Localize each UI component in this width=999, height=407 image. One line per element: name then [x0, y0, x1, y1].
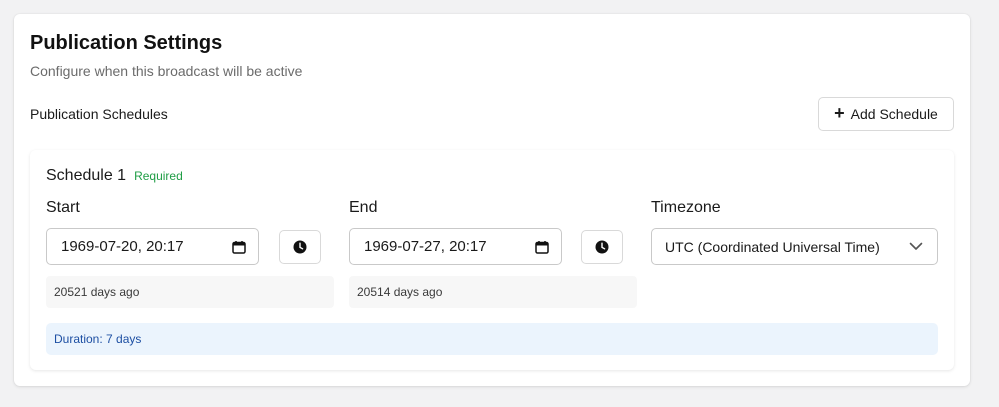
timezone-value: UTC (Coordinated Universal Time) [665, 238, 880, 255]
start-relative-time: 20521 days ago [46, 276, 334, 308]
add-schedule-button[interactable]: + Add Schedule [818, 97, 954, 131]
start-datetime-input[interactable]: 1969-07-20, 20:17 [46, 228, 259, 265]
start-label: Start [46, 199, 80, 216]
end-time-button[interactable] [581, 230, 623, 264]
timezone-select[interactable]: UTC (Coordinated Universal Time) [651, 228, 938, 265]
calendar-icon[interactable] [535, 240, 549, 254]
calendar-icon[interactable] [232, 240, 246, 254]
chevron-down-icon [909, 242, 923, 250]
schedule-title: Schedule 1 [46, 167, 127, 184]
plus-icon: + [834, 103, 845, 123]
start-datetime-value: 1969-07-20, 20:17 [61, 238, 184, 255]
end-datetime-value: 1969-07-27, 20:17 [364, 238, 487, 255]
end-relative-time: 20514 days ago [349, 276, 637, 308]
publication-settings-card: Publication Settings Configure when this… [14, 14, 970, 386]
end-label: End [349, 199, 378, 216]
add-schedule-label: Add Schedule [850, 106, 938, 122]
clock-icon [595, 240, 609, 254]
page-subtitle: Configure when this broadcast will be ac… [30, 63, 303, 79]
end-datetime-input[interactable]: 1969-07-27, 20:17 [349, 228, 562, 265]
timezone-label: Timezone [651, 199, 721, 216]
clock-icon [293, 240, 307, 254]
schedule-header: Schedule 1 Required [46, 167, 183, 185]
page-title: Publication Settings [30, 32, 223, 54]
start-time-button[interactable] [279, 230, 321, 264]
schedule-card: Schedule 1 Required Start 1969-07-20, 20… [30, 150, 954, 370]
required-badge: Required [134, 169, 183, 183]
duration-banner: Duration: 7 days [46, 323, 938, 355]
schedules-section-label: Publication Schedules [30, 106, 168, 122]
